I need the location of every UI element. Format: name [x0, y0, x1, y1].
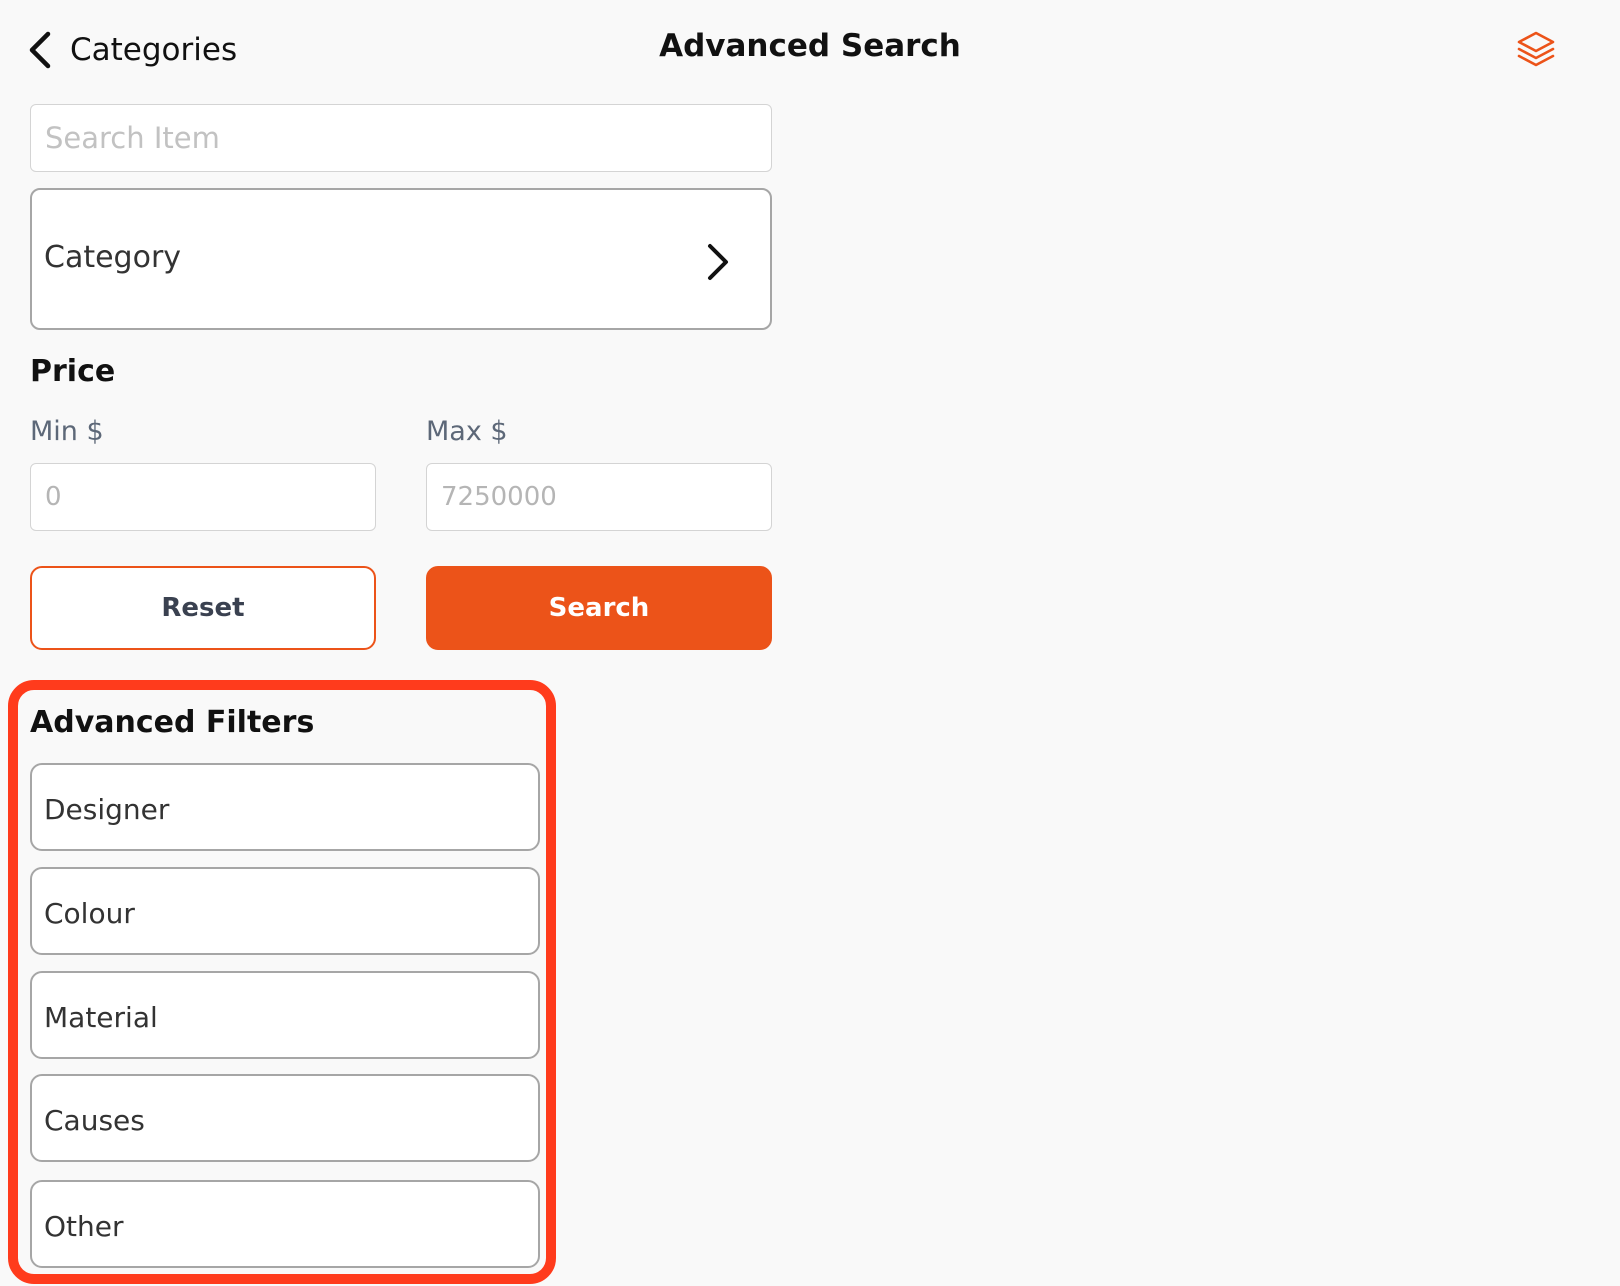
- filter-designer[interactable]: Designer: [30, 763, 540, 851]
- search-button[interactable]: Search: [426, 566, 772, 650]
- chevron-right-icon: [708, 244, 728, 280]
- filter-other[interactable]: Other: [30, 1180, 540, 1268]
- nav-bar: Categories Advanced Search: [0, 0, 1620, 100]
- min-price-input[interactable]: [30, 463, 376, 531]
- max-price-label: Max $: [426, 416, 508, 447]
- layers-icon: [1517, 31, 1555, 67]
- filter-material[interactable]: Material: [30, 971, 540, 1059]
- max-price-input[interactable]: [426, 463, 772, 531]
- filter-causes[interactable]: Causes: [30, 1074, 540, 1162]
- category-label: Category: [44, 240, 182, 275]
- filter-label: Causes: [44, 1104, 145, 1137]
- filter-label: Other: [44, 1210, 124, 1243]
- page-title: Advanced Search: [659, 28, 961, 64]
- filter-label: Designer: [44, 793, 170, 826]
- filter-label: Colour: [44, 897, 135, 930]
- price-heading: Price: [30, 354, 116, 389]
- filter-colour[interactable]: Colour: [30, 867, 540, 955]
- advanced-filters-heading: Advanced Filters: [30, 705, 315, 740]
- category-select[interactable]: Category: [30, 188, 772, 330]
- reset-button[interactable]: Reset: [30, 566, 376, 650]
- layers-button[interactable]: [1508, 22, 1564, 78]
- min-price-label: Min $: [30, 416, 104, 447]
- filter-label: Material: [44, 1001, 158, 1034]
- search-input[interactable]: [30, 104, 772, 172]
